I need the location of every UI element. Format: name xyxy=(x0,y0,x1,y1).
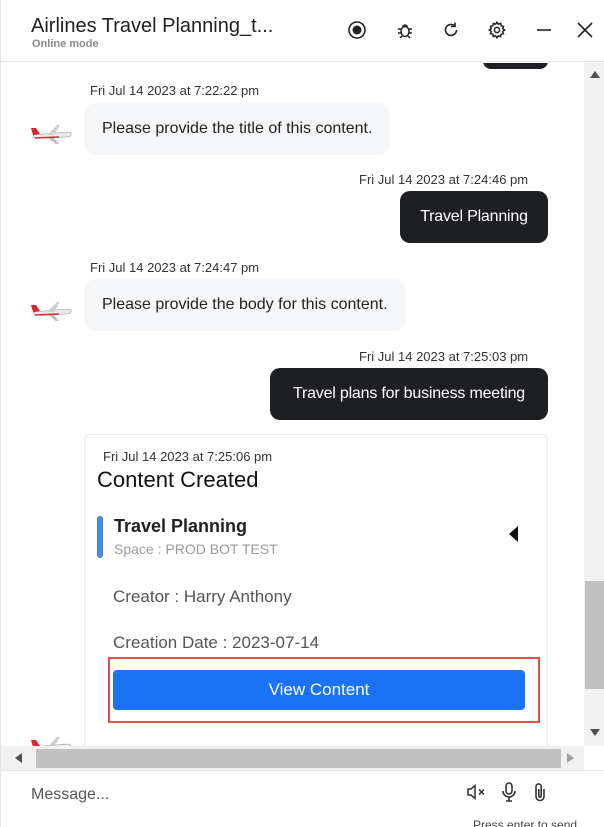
attachment-icon[interactable] xyxy=(529,780,551,804)
minimize-icon[interactable] xyxy=(533,19,555,41)
horizontal-scroll-thumb[interactable] xyxy=(36,749,561,768)
message-timestamp: Fri Jul 14 2023 at 7:24:47 pm xyxy=(90,260,260,275)
card-title: Content Created xyxy=(97,467,259,492)
expand-caret-icon[interactable] xyxy=(509,526,518,542)
content-created-card: Fri Jul 14 2023 at 7:25:06 pm Content Cr… xyxy=(84,434,548,746)
creation-date-field: Creation Date : 2023-07-14 xyxy=(113,633,320,652)
content-item-space: Space : PROD BOT TEST xyxy=(114,541,278,557)
chat-transcript[interactable]: Fri Jul 14 2023 at 7:22:22 pm Please pro… xyxy=(1,63,584,746)
window-title: Airlines Travel Planning_t... xyxy=(31,15,274,37)
message-timestamp: Fri Jul 14 2023 at 7:22:22 pm xyxy=(90,83,260,98)
airplane-avatar-icon xyxy=(31,125,72,144)
record-icon[interactable] xyxy=(346,19,368,41)
bot-message-bubble: Please provide the title of this content… xyxy=(84,103,391,155)
composer xyxy=(1,770,604,815)
scroll-down-arrow-icon[interactable] xyxy=(590,729,600,736)
previous-user-bubble xyxy=(483,63,548,69)
accent-bar xyxy=(97,516,103,558)
bug-icon[interactable] xyxy=(394,19,416,41)
header: Airlines Travel Planning_t... Online mod… xyxy=(1,0,604,62)
card-timestamp: Fri Jul 14 2023 at 7:25:06 pm xyxy=(103,449,273,464)
airplane-avatar-icon xyxy=(31,737,72,746)
scroll-up-arrow-icon[interactable] xyxy=(590,71,600,78)
message-timestamp: Fri Jul 14 2023 at 7:25:03 pm xyxy=(359,349,529,364)
send-hint: Press enter to send xyxy=(473,818,578,827)
chat-window: Airlines Travel Planning_t... Online mod… xyxy=(0,0,604,827)
scroll-left-arrow-icon[interactable] xyxy=(15,753,22,763)
microphone-icon[interactable] xyxy=(498,780,520,804)
user-message-bubble: Travel plans for business meeting xyxy=(270,368,548,420)
airplane-avatar-icon xyxy=(31,302,72,321)
view-content-button[interactable]: View Content xyxy=(113,670,525,710)
creator-field: Creator : Harry Anthony xyxy=(113,587,292,606)
mute-icon[interactable] xyxy=(465,780,487,804)
scroll-right-arrow-icon[interactable] xyxy=(567,753,574,763)
message-input[interactable] xyxy=(31,784,431,806)
user-message-bubble: Travel Planning xyxy=(400,191,548,243)
message-timestamp: Fri Jul 14 2023 at 7:24:46 pm xyxy=(359,172,529,187)
vertical-scroll-thumb[interactable] xyxy=(585,581,604,689)
settings-icon[interactable] xyxy=(486,19,508,41)
bot-message-bubble: Please provide the body for this content… xyxy=(84,279,406,331)
content-item-title: Travel Planning xyxy=(114,516,248,536)
connection-status: Online mode xyxy=(32,38,99,50)
refresh-icon[interactable] xyxy=(440,19,462,41)
close-icon[interactable] xyxy=(574,19,596,41)
